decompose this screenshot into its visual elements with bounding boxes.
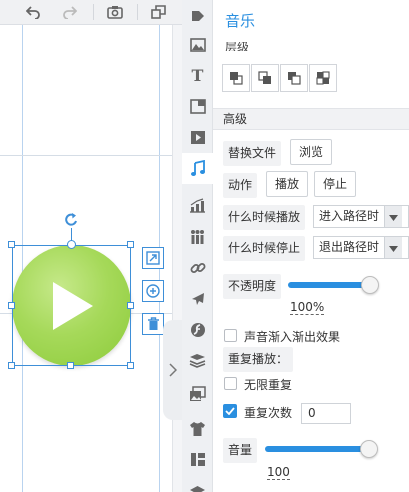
text-icon[interactable]: T <box>182 60 213 91</box>
opacity-label: 不透明度 <box>223 274 282 299</box>
chart-icon[interactable] <box>182 190 213 221</box>
selection-box[interactable] <box>12 245 131 366</box>
when-play-select[interactable]: 进入路径时 <box>313 205 409 228</box>
repeat-count-label: 重复次数 <box>244 406 293 420</box>
camera-icon[interactable] <box>100 0 130 24</box>
when-stop-select[interactable]: 退出路径时 <box>313 236 409 259</box>
fade-label: 声音渐入渐出效果 <box>244 330 341 344</box>
panel-icon[interactable] <box>182 444 213 475</box>
layout-icon[interactable] <box>182 91 213 122</box>
resize-handle-nw[interactable] <box>8 241 15 248</box>
repeat-count-input[interactable]: 0 <box>301 403 351 424</box>
layers-icon[interactable] <box>182 345 213 376</box>
when-play-label: 什么时候播放 <box>223 205 306 230</box>
play-button[interactable]: 播放 <box>266 171 309 197</box>
properties-panel: 音乐 层级 高级 替换文件 浏览 动作 播放 停止 什么时候播放 进入路径时 什… <box>213 0 409 492</box>
repeat-title: 重复播放： <box>223 347 294 372</box>
component-rail: T <box>182 0 213 492</box>
stack-icon[interactable] <box>182 475 213 492</box>
panel-title: 音乐 <box>225 12 256 30</box>
send-backward-icon <box>288 72 301 85</box>
opacity-slider-handle[interactable] <box>361 276 379 294</box>
add-button[interactable] <box>142 280 164 302</box>
layer-label: 层级 <box>225 42 250 51</box>
bring-front-icon <box>230 72 243 85</box>
action-label: 动作 <box>223 173 258 198</box>
resize-handle-w[interactable] <box>8 302 15 309</box>
chevron-down-icon <box>384 206 402 227</box>
bring-forward-icon <box>258 71 271 84</box>
check-icon <box>225 407 235 415</box>
when-play-value: 进入路径时 <box>319 209 380 223</box>
bring-forward-button[interactable] <box>251 64 279 92</box>
replace-element-button[interactable] <box>142 247 164 269</box>
chevron-right-icon <box>169 363 177 377</box>
volume-slider[interactable] <box>265 446 373 452</box>
volume-label: 音量 <box>223 438 258 463</box>
delete-button[interactable] <box>142 313 164 335</box>
resize-handle-e[interactable] <box>127 302 134 309</box>
link-icon[interactable] <box>182 252 213 283</box>
resize-handle-se[interactable] <box>127 362 134 369</box>
send-back-icon <box>316 71 330 85</box>
music-icon[interactable] <box>182 153 213 184</box>
resize-handle-ne[interactable] <box>127 241 134 248</box>
gallery-icon[interactable] <box>182 378 213 409</box>
canvas-toolbar <box>0 0 182 25</box>
redo-icon[interactable] <box>55 0 85 24</box>
rotate-handle[interactable] <box>67 240 76 249</box>
copy-window-icon[interactable] <box>143 0 173 24</box>
canvas[interactable] <box>0 0 183 492</box>
when-stop-value: 退出路径时 <box>319 240 380 254</box>
swap-icon <box>146 251 160 265</box>
collapse-panel-button[interactable] <box>163 320 183 420</box>
plus-circle-icon <box>146 284 160 298</box>
volume-value[interactable]: 100 <box>267 465 290 480</box>
send-backward-button[interactable] <box>280 64 308 92</box>
undo-icon[interactable] <box>18 0 48 24</box>
infinite-repeat-checkbox[interactable] <box>224 377 237 390</box>
bring-front-button[interactable] <box>222 64 250 92</box>
image-icon[interactable] <box>182 29 213 60</box>
send-back-button[interactable] <box>309 64 337 92</box>
section-advanced[interactable]: 高级 <box>213 108 409 130</box>
browse-button[interactable]: 浏览 <box>290 139 333 165</box>
repeat-count-checkbox[interactable] <box>223 404 237 418</box>
replace-file-label: 替换文件 <box>223 141 282 166</box>
infinite-repeat-label: 无限重复 <box>244 378 293 392</box>
plane-icon[interactable] <box>182 283 213 314</box>
chevron-down-icon <box>384 237 402 258</box>
stop-button[interactable]: 停止 <box>314 171 357 197</box>
when-stop-label: 什么时候停止 <box>223 236 306 261</box>
trash-icon <box>147 317 159 330</box>
volume-slider-handle[interactable] <box>360 440 378 458</box>
opacity-value[interactable]: 100% <box>290 300 325 315</box>
resize-handle-sw[interactable] <box>8 362 15 369</box>
layer-order-buttons <box>222 64 338 92</box>
video-icon[interactable] <box>182 122 213 153</box>
rotate-icon[interactable] <box>63 212 80 229</box>
editor-window: T 音乐 层级 高级 替换文件 浏览 动作 播放 停止 什么时候播放 进入路径时… <box>0 0 409 492</box>
shape-icon[interactable] <box>182 0 213 31</box>
fade-checkbox[interactable] <box>224 329 237 342</box>
flash-icon[interactable] <box>182 314 213 345</box>
people-icon[interactable] <box>182 221 213 252</box>
canvas-scroll-edge <box>172 25 182 492</box>
shirt-icon[interactable] <box>182 413 213 444</box>
resize-handle-s[interactable] <box>67 362 74 369</box>
